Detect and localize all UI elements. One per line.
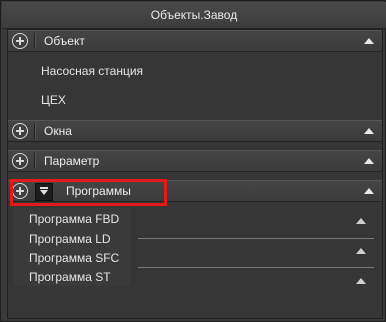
menu-item-ld[interactable]: Программа LD <box>29 232 111 246</box>
row-divider <box>138 267 374 268</box>
section-windows-label: Окна <box>44 124 72 138</box>
section-object-label: Объект <box>44 34 85 48</box>
collapse-triangle-icon[interactable] <box>364 38 374 44</box>
section-object[interactable]: Объект <box>8 30 382 52</box>
menu-item-fbd[interactable]: Программа FBD <box>29 212 119 226</box>
section-parameter[interactable]: Параметр <box>8 150 382 172</box>
window-frame: Объекты.Завод Объект Насосная станция ЦЕ… <box>0 0 386 322</box>
separator <box>34 153 36 169</box>
section-windows[interactable]: Окна <box>8 120 382 142</box>
collapse-triangle-icon[interactable] <box>364 188 374 194</box>
plus-circle-icon[interactable] <box>12 123 28 139</box>
plus-circle-icon[interactable] <box>12 153 28 169</box>
section-parameter-label: Параметр <box>44 154 100 168</box>
separator <box>34 123 36 139</box>
collapse-triangle-icon[interactable] <box>356 248 366 254</box>
collapse-triangle-icon[interactable] <box>356 218 366 224</box>
list-item-workshop[interactable]: ЦЕХ <box>41 93 66 107</box>
plus-circle-icon[interactable] <box>12 33 28 49</box>
separator <box>34 33 36 49</box>
collapse-triangle-icon[interactable] <box>364 128 374 134</box>
menu-item-sfc[interactable]: Программа SFC <box>29 251 119 265</box>
collapse-triangle-icon[interactable] <box>364 158 374 164</box>
list-item-pump-station[interactable]: Насосная станция <box>41 64 143 78</box>
window-title: Объекты.Завод <box>2 2 386 29</box>
menu-item-st[interactable]: Программа ST <box>29 270 111 284</box>
programs-dropdown: Программа FBD Программа LD Программа SFC… <box>13 208 131 286</box>
row-divider <box>138 238 374 239</box>
collapse-triangle-icon[interactable] <box>356 278 366 284</box>
highlight-box <box>10 179 167 206</box>
